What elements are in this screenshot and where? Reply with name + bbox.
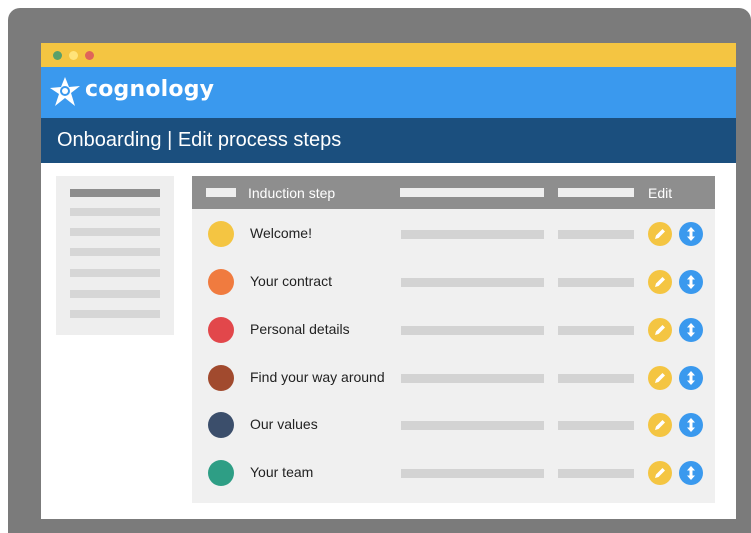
table-row[interactable]: Welcome! — [192, 214, 715, 254]
sidebar-heading-placeholder — [70, 189, 160, 197]
window-close-button[interactable] — [85, 51, 94, 60]
edit-step-button[interactable] — [648, 461, 672, 485]
reorder-step-button[interactable] — [679, 318, 703, 342]
step-label: Welcome! — [250, 225, 312, 241]
reorder-step-button[interactable] — [679, 413, 703, 437]
step-label: Find your way around — [250, 369, 385, 385]
reorder-step-button[interactable] — [679, 461, 703, 485]
row-placeholder — [558, 278, 634, 287]
sidebar — [56, 176, 174, 335]
window-maximize-button[interactable] — [53, 51, 62, 60]
reorder-step-button[interactable] — [679, 270, 703, 294]
reorder-step-button[interactable] — [679, 366, 703, 390]
header-edit: Edit — [648, 185, 673, 201]
step-color-dot — [208, 221, 234, 247]
brand-header: cognology — [41, 67, 736, 118]
sidebar-item[interactable] — [70, 269, 160, 277]
pencil-icon — [655, 373, 665, 383]
table-row[interactable]: Personal details — [192, 310, 715, 350]
header-placeholder — [206, 188, 236, 197]
table-header: Induction step Edit — [192, 176, 715, 209]
header-placeholder — [400, 188, 544, 197]
table-row[interactable]: Find your way around — [192, 358, 715, 398]
header-placeholder — [558, 188, 634, 197]
row-placeholder — [401, 230, 544, 239]
row-placeholder — [401, 374, 544, 383]
cognology-logo-icon — [50, 77, 80, 106]
page-title: Onboarding | Edit process steps — [57, 129, 342, 151]
step-label: Our values — [250, 416, 318, 432]
brand-name[interactable]: cognology — [85, 77, 214, 102]
pencil-icon — [655, 468, 665, 478]
sidebar-item[interactable] — [70, 310, 160, 318]
step-label: Your team — [250, 464, 314, 480]
sidebar-item[interactable] — [70, 290, 160, 298]
step-color-dot — [208, 317, 234, 343]
up-down-arrows-icon — [687, 323, 695, 337]
table-row[interactable]: Our values — [192, 405, 715, 445]
steps-table: Induction step Edit Welcome! Your contra… — [192, 176, 715, 503]
app-window: cognology Onboarding | Edit process step… — [41, 43, 736, 519]
sidebar-item[interactable] — [70, 208, 160, 216]
up-down-arrows-icon — [687, 371, 695, 385]
edit-step-button[interactable] — [648, 270, 672, 294]
step-color-dot — [208, 269, 234, 295]
edit-step-button[interactable] — [648, 413, 672, 437]
step-color-dot — [208, 365, 234, 391]
up-down-arrows-icon — [687, 227, 695, 241]
header-induction-step: Induction step — [248, 185, 336, 201]
row-placeholder — [401, 469, 544, 478]
up-down-arrows-icon — [687, 418, 695, 432]
step-color-dot — [208, 412, 234, 438]
row-placeholder — [401, 326, 544, 335]
row-placeholder — [558, 374, 634, 383]
row-placeholder — [558, 230, 634, 239]
up-down-arrows-icon — [687, 466, 695, 480]
sidebar-item[interactable] — [70, 248, 160, 256]
pencil-icon — [655, 325, 665, 335]
row-placeholder — [401, 278, 544, 287]
window-minimize-button[interactable] — [69, 51, 78, 60]
table-row[interactable]: Your team — [192, 453, 715, 493]
reorder-step-button[interactable] — [679, 222, 703, 246]
step-label: Personal details — [250, 321, 350, 337]
edit-step-button[interactable] — [648, 366, 672, 390]
up-down-arrows-icon — [687, 275, 695, 289]
pencil-icon — [655, 420, 665, 430]
row-placeholder — [558, 469, 634, 478]
step-color-dot — [208, 460, 234, 486]
sidebar-item[interactable] — [70, 228, 160, 236]
row-placeholder — [401, 421, 544, 430]
edit-step-button[interactable] — [648, 222, 672, 246]
table-row[interactable]: Your contract — [192, 262, 715, 302]
edit-step-button[interactable] — [648, 318, 672, 342]
step-label: Your contract — [250, 273, 332, 289]
pencil-icon — [655, 229, 665, 239]
laptop-frame: cognology Onboarding | Edit process step… — [8, 8, 751, 533]
pencil-icon — [655, 277, 665, 287]
page-header: Onboarding | Edit process steps — [41, 118, 736, 163]
row-placeholder — [558, 421, 634, 430]
row-placeholder — [558, 326, 634, 335]
window-titlebar — [41, 43, 736, 67]
